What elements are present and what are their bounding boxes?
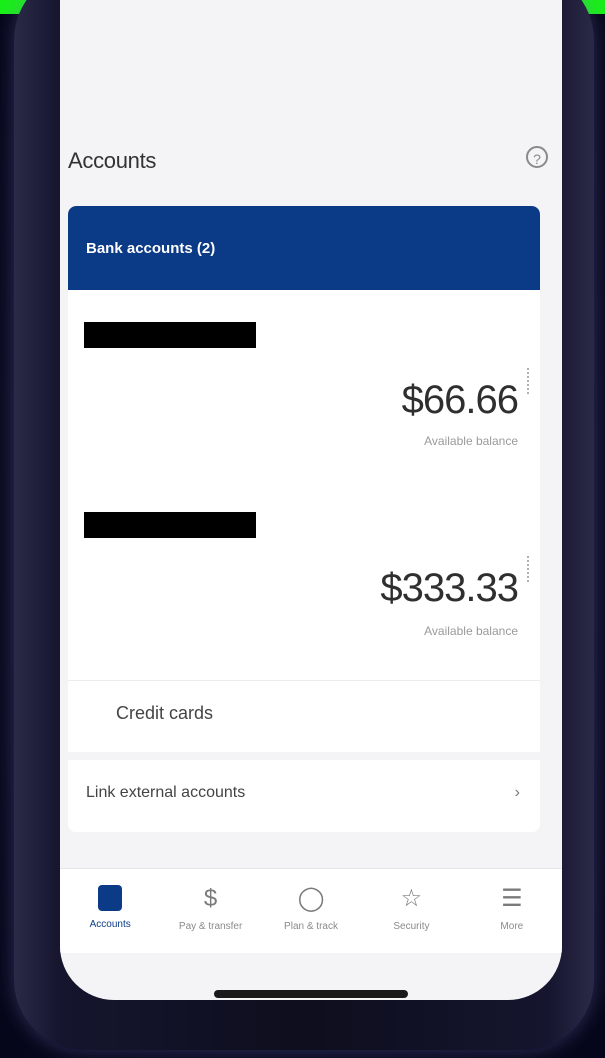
accounts-icon: [98, 885, 123, 911]
nav-label: Pay & transfer: [178, 921, 243, 932]
bottom-nav: Accounts $ Pay & transfer ◯ Plan & track…: [60, 868, 562, 953]
bank-accounts-header[interactable]: Bank accounts (2): [68, 206, 540, 290]
overflow-menu-icon[interactable]: [527, 368, 532, 394]
balance-caption: Available balance: [424, 434, 518, 448]
account-row[interactable]: $66.66 Available balance: [68, 290, 540, 480]
account-balance: $333.33: [380, 566, 519, 610]
menu-icon: ☰: [501, 885, 523, 912]
credit-cards-label: Credit cards: [116, 703, 214, 723]
help-icon[interactable]: ?: [526, 146, 548, 168]
accounts-header: Accounts ?: [68, 140, 548, 184]
home-indicator: [214, 990, 408, 998]
nav-label: Plan & track: [284, 921, 338, 932]
nav-item-pay-transfer[interactable]: $ Pay & transfer: [160, 869, 260, 953]
nav-item-more[interactable]: ☰ More: [462, 869, 562, 953]
chevron-right-icon: ›: [514, 784, 520, 801]
account-name-redacted: [84, 512, 256, 538]
nav-label: Security: [393, 921, 430, 932]
balance-caption: Available balance: [424, 624, 518, 638]
nav-item-accounts[interactable]: Accounts: [60, 869, 160, 953]
nav-item-plan-track[interactable]: ◯ Plan & track: [261, 869, 361, 953]
accounts-card: Bank accounts (2) $66.66 Available balan…: [68, 206, 540, 832]
star-icon: ☆: [400, 885, 423, 912]
account-row[interactable]: $333.33 Available balance: [68, 480, 540, 670]
link-external-accounts-label: Link external accounts: [86, 784, 246, 801]
phone-frame: Accounts ? Bank accounts (2) $66.66 Avai…: [14, 0, 594, 1050]
account-balance: $66.66: [401, 378, 519, 422]
account-name-redacted: [84, 322, 256, 348]
nav-label: More: [500, 921, 524, 932]
nav-item-security[interactable]: ☆ Security: [361, 869, 461, 953]
page-title: Accounts: [68, 148, 157, 173]
stage: Accounts ? Bank accounts (2) $66.66 Avai…: [0, 0, 605, 1058]
phone-screen: Accounts ? Bank accounts (2) $66.66 Avai…: [60, 0, 562, 1000]
dollar-circle-icon: $: [203, 885, 218, 912]
credit-cards-row[interactable]: Credit cards: [68, 680, 540, 753]
link-external-accounts-row[interactable]: Link external accounts ›: [68, 752, 540, 832]
nav-label: Accounts: [89, 919, 131, 930]
bank-accounts-label: Bank accounts (2): [86, 240, 216, 257]
tag-icon: ◯: [297, 885, 325, 912]
overflow-menu-icon[interactable]: [527, 556, 532, 582]
